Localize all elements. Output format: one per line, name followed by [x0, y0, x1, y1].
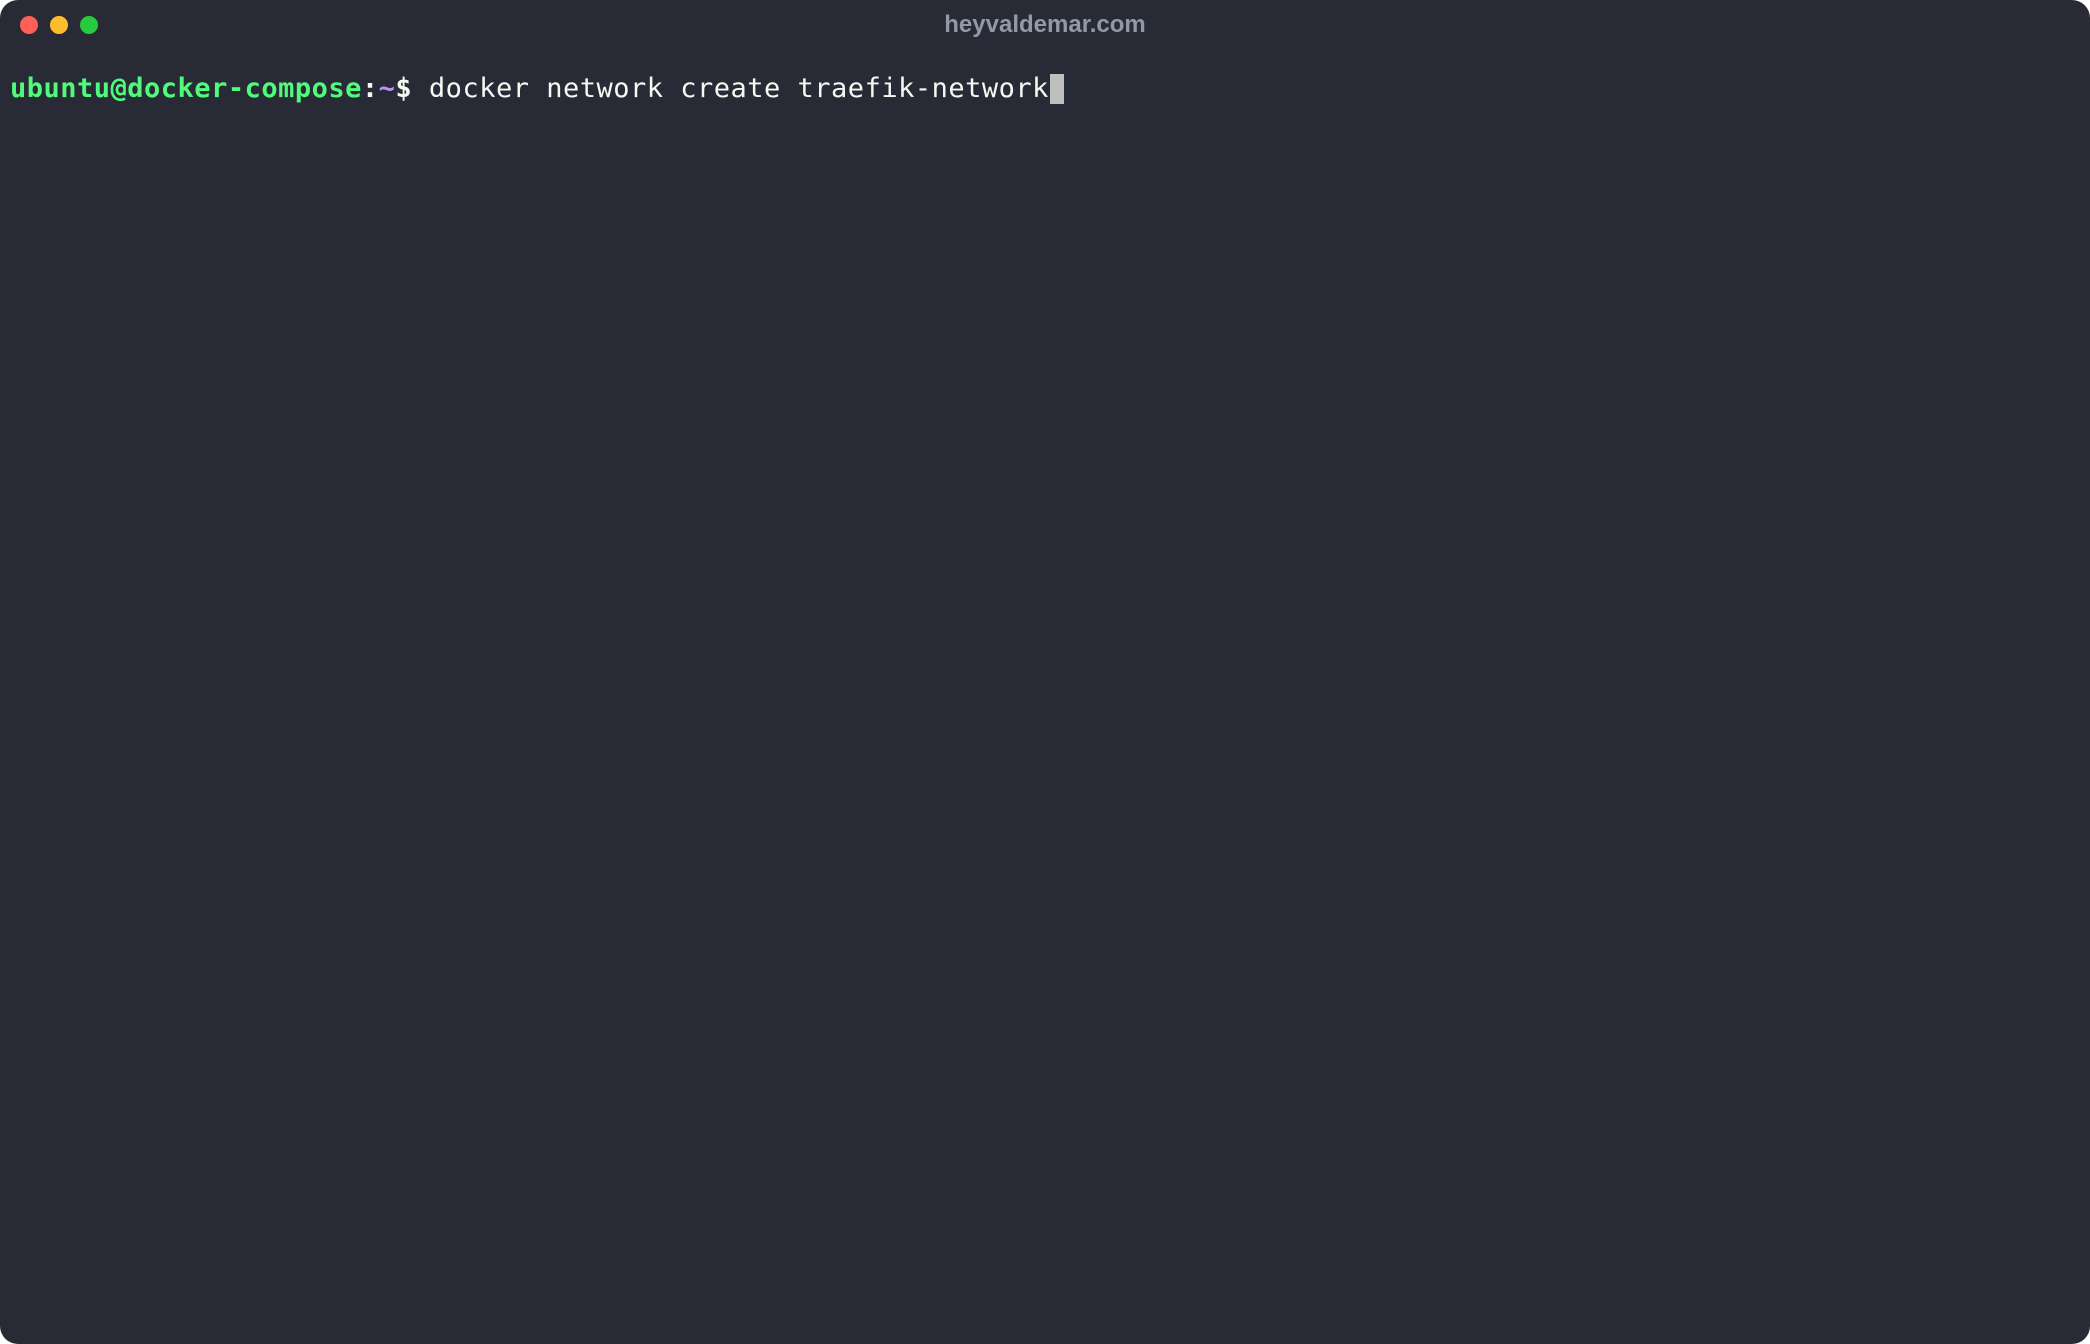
close-button[interactable]: [20, 16, 38, 34]
prompt-path: ~: [379, 70, 396, 108]
window-title: heyvaldemar.com: [944, 11, 1145, 39]
titlebar: heyvaldemar.com: [0, 0, 2090, 50]
terminal-window: heyvaldemar.com ubuntu@docker-compose:~$…: [0, 0, 2090, 1344]
traffic-lights: [20, 16, 98, 34]
prompt-line: ubuntu@docker-compose:~$ docker network …: [10, 70, 2080, 108]
minimize-button[interactable]: [50, 16, 68, 34]
terminal-body[interactable]: ubuntu@docker-compose:~$ docker network …: [0, 50, 2090, 1344]
prompt-symbol: $: [395, 70, 412, 108]
prompt-user-host: ubuntu@docker-compose: [10, 70, 362, 108]
maximize-button[interactable]: [80, 16, 98, 34]
cursor-icon: [1050, 74, 1064, 104]
prompt-separator: :: [362, 70, 379, 108]
command-text: docker network create traefik-network: [412, 70, 1049, 108]
